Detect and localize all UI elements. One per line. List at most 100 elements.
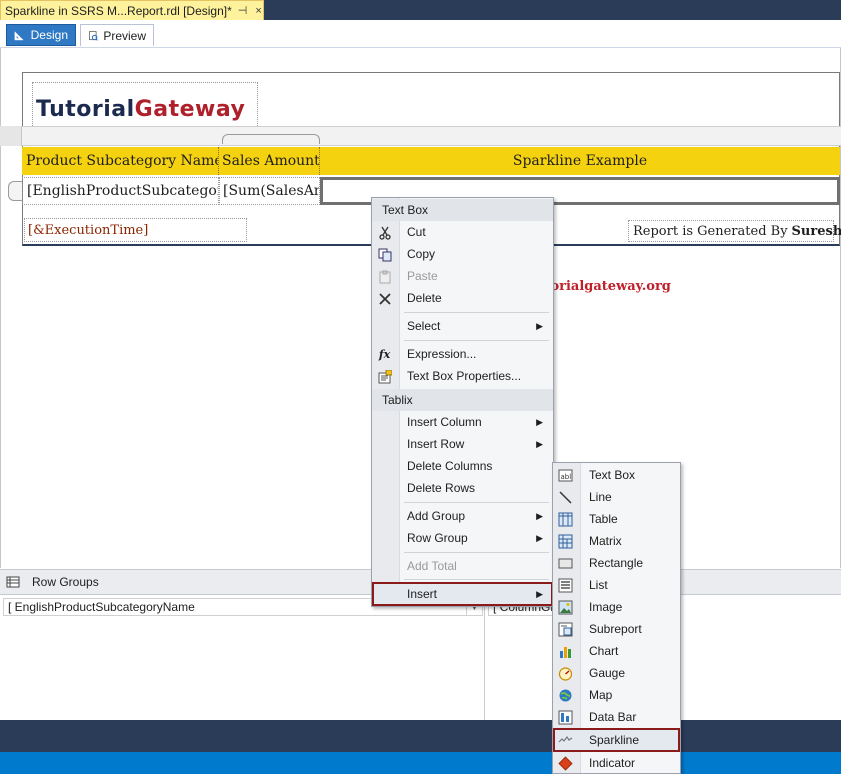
tablix-column-handles[interactable] <box>0 126 841 146</box>
submenu-item-image[interactable]: Image <box>553 596 680 618</box>
menu-item-delete[interactable]: Delete <box>372 287 553 309</box>
submenu-item-sparkline[interactable]: Sparkline <box>553 728 680 752</box>
submenu-item-databar-label: Data Bar <box>589 710 637 724</box>
menu-item-cut[interactable]: Cut <box>372 221 553 243</box>
detail-row-handle[interactable] <box>8 181 22 201</box>
tab-preview[interactable]: Preview <box>80 24 154 46</box>
menu-item-add-group[interactable]: Add Group ▶ <box>372 505 553 527</box>
submenu-item-map[interactable]: Map <box>553 684 680 706</box>
column-group-handle[interactable] <box>222 134 320 144</box>
submenu-item-table[interactable]: Table <box>553 508 680 530</box>
submenu-item-textbox-label: Text Box <box>589 468 636 482</box>
menu-section-textbox: Text Box <box>372 199 553 221</box>
copy-icon <box>377 247 392 262</box>
menu-item-insert-row[interactable]: Insert Row ▶ <box>372 433 553 455</box>
row-group-item-label: [ EnglishProductSubcategoryName <box>8 600 195 614</box>
detail-cell-sales[interactable]: [Sum(SalesAm <box>219 177 320 205</box>
image-icon <box>558 600 573 615</box>
submenu-item-indicator[interactable]: Indicator <box>553 752 680 774</box>
menu-item-delete-rows-label: Delete Rows <box>407 481 476 495</box>
execution-time-textbox[interactable]: [&ExecutionTime] <box>24 218 247 242</box>
menu-item-paste[interactable]: Paste <box>372 265 553 287</box>
menu-item-insert-column[interactable]: Insert Column ▶ <box>372 411 553 433</box>
ide-bottom-panel <box>0 720 841 752</box>
globe-icon <box>558 688 573 703</box>
submenu-item-map-label: Map <box>589 688 613 702</box>
submenu-item-indicator-label: Indicator <box>589 756 636 770</box>
menu-item-insert[interactable]: Insert ▶ <box>372 582 553 606</box>
submenu-item-list[interactable]: List <box>553 574 680 596</box>
design-ruler-icon <box>14 31 24 41</box>
submenu-item-subreport[interactable]: Subreport <box>553 618 680 640</box>
menu-item-textbox-properties[interactable]: Text Box Properties... <box>372 365 553 387</box>
paste-icon <box>377 269 392 284</box>
menu-item-select[interactable]: Select ▶ <box>372 315 553 337</box>
submenu-item-rectangle-label: Rectangle <box>589 556 644 570</box>
header-cell-sales[interactable]: Sales Amount <box>219 147 320 175</box>
submenu-arrow-icon: ▶ <box>536 438 543 449</box>
menu-separator <box>404 340 549 341</box>
gauge-icon <box>558 666 573 681</box>
submenu-item-image-label: Image <box>589 600 623 614</box>
submenu-item-databar[interactable]: Data Bar <box>553 706 680 728</box>
header-cell-subcategory[interactable]: Product Subcategory Name <box>22 147 219 175</box>
sparkline-icon <box>558 732 573 747</box>
menu-item-add-total[interactable]: Add Total <box>372 555 553 577</box>
menu-item-expression-label: Expression... <box>407 347 477 361</box>
table-icon <box>558 512 573 527</box>
submenu-arrow-icon: ▶ <box>536 588 543 599</box>
submenu-arrow-icon: ▶ <box>536 532 543 543</box>
close-icon[interactable]: × <box>253 5 263 17</box>
menu-item-delete-columns[interactable]: Delete Columns <box>372 455 553 477</box>
generated-by-prefix: Report is Generated By <box>633 223 788 239</box>
submenu-item-textbox[interactable]: abl Text Box <box>553 464 680 486</box>
submenu-item-matrix[interactable]: Matrix <box>553 530 680 552</box>
chart-icon <box>558 644 573 659</box>
menu-item-insert-column-label: Insert Column <box>407 415 482 429</box>
context-menu: Text Box Cut Copy Paste Delete Select ▶ … <box>371 197 554 607</box>
submenu-item-table-label: Table <box>589 512 618 526</box>
menu-item-copy-label: Copy <box>407 247 436 261</box>
submenu-item-line[interactable]: Line <box>553 486 680 508</box>
tablix-header-row: Product Subcategory Name Sales Amount Sp… <box>22 147 840 175</box>
menu-separator <box>404 552 549 553</box>
rectangle-icon <box>558 556 573 571</box>
submenu-item-chart[interactable]: Chart <box>553 640 680 662</box>
generated-by-textbox[interactable]: Report is Generated By Suresh <box>628 220 841 242</box>
logo: TutorialGateway <box>36 97 246 122</box>
menu-item-delete-label: Delete <box>407 291 442 305</box>
submenu-item-rectangle[interactable]: Rectangle <box>553 552 680 574</box>
insert-submenu: abl Text Box Line Table Matrix Rectangle… <box>552 462 681 774</box>
list-icon <box>558 578 573 593</box>
submenu-arrow-icon: ▶ <box>536 320 543 331</box>
submenu-item-chart-label: Chart <box>589 644 619 658</box>
row-groups-label: Row Groups <box>32 575 99 589</box>
menu-item-row-group-label: Row Group <box>407 531 468 545</box>
submenu-item-matrix-label: Matrix <box>589 534 622 548</box>
view-tabs: Design Preview <box>0 20 841 48</box>
row-groups-icon <box>6 576 20 588</box>
databar-icon <box>558 710 573 725</box>
header-cell-sparkline[interactable]: Sparkline Example <box>320 147 840 175</box>
menu-item-copy[interactable]: Copy <box>372 243 553 265</box>
menu-item-row-group[interactable]: Row Group ▶ <box>372 527 553 549</box>
submenu-item-sparkline-label: Sparkline <box>589 733 640 747</box>
preview-icon <box>89 30 98 41</box>
generated-by-name: Suresh <box>791 223 841 239</box>
menu-item-delete-rows[interactable]: Delete Rows <box>372 477 553 499</box>
menu-separator <box>404 502 549 503</box>
properties-icon <box>377 369 392 384</box>
detail-cell-subcategory[interactable]: [EnglishProductSubcategor <box>22 177 219 205</box>
tab-design-label: Design <box>30 28 68 42</box>
submenu-arrow-icon: ▶ <box>536 510 543 521</box>
submenu-item-gauge[interactable]: Gauge <box>553 662 680 684</box>
tablix-corner-handle[interactable] <box>0 126 22 146</box>
document-tab[interactable]: Sparkline in SSRS M...Report.rdl [Design… <box>0 0 264 20</box>
menu-item-select-label: Select <box>407 319 441 333</box>
menu-item-expression[interactable]: fx Expression... <box>372 343 553 365</box>
document-tab-title: Sparkline in SSRS M...Report.rdl [Design… <box>5 3 232 18</box>
groups-divider <box>484 596 485 720</box>
tab-design[interactable]: Design <box>6 24 76 46</box>
pin-icon[interactable]: ⊣ <box>236 4 250 17</box>
menu-separator <box>404 312 549 313</box>
